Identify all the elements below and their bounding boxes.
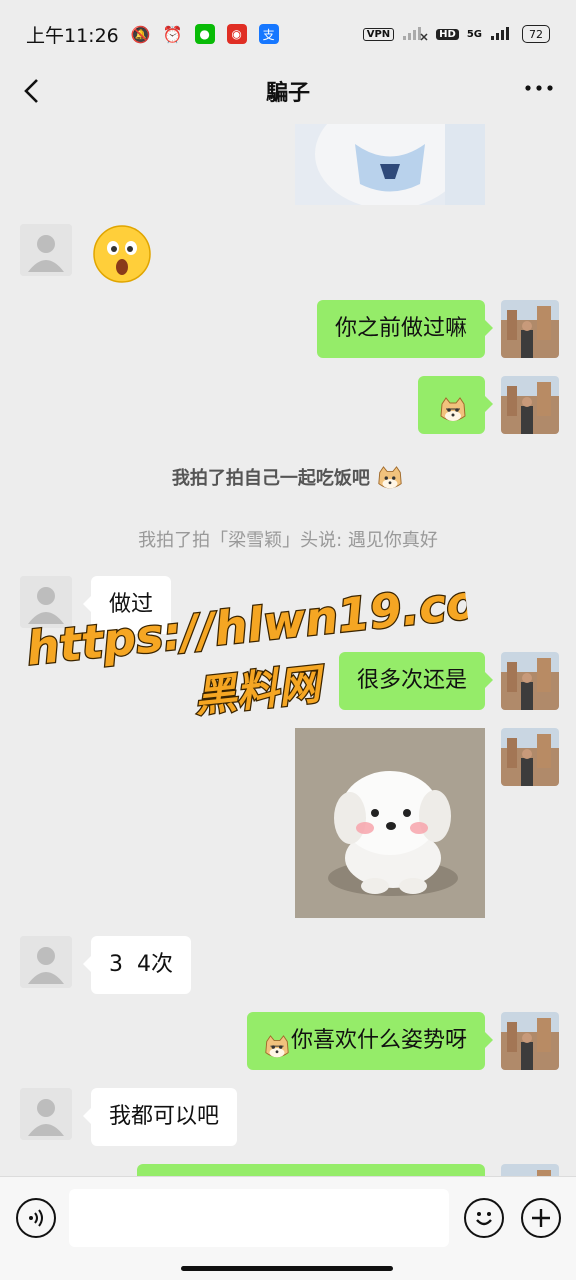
alipay-icon: 支 xyxy=(258,24,279,44)
puppy-image-message[interactable] xyxy=(295,728,485,918)
vpn-badge: VPN xyxy=(362,27,395,41)
my-avatar[interactable] xyxy=(501,1012,559,1070)
mute-icon: 🔕 xyxy=(130,24,151,44)
message-bubble[interactable]: 3 4次 xyxy=(83,936,191,994)
chat-title: 騙子 xyxy=(265,81,310,106)
message-bubble[interactable]: 你喜欢什么姿势呀 xyxy=(246,1012,494,1070)
signal-strength-icon xyxy=(490,25,514,44)
signal-icon xyxy=(402,25,428,44)
contact-avatar[interactable] xyxy=(20,1088,72,1140)
chat-area[interactable]: 你之前做过嘛 我拍了拍自己一起吃饭吧 我拍了拍「梁雪颖」头说: 遇见你真好 做过… xyxy=(0,114,576,1176)
system-pat-text: 我拍了拍自己一起吃饭吧 xyxy=(171,468,370,489)
input-bar xyxy=(0,1176,576,1280)
message-bubble[interactable]: 我都可以吧 xyxy=(82,1088,238,1146)
status-bar: 上午11:26 🔕 ⏰ ● ◉ 支 VPN HD 5G 72 xyxy=(0,0,576,68)
message-bubble-partial[interactable] xyxy=(137,1164,485,1176)
chat-header: 騙子 xyxy=(0,68,576,114)
my-avatar[interactable] xyxy=(501,300,559,358)
contact-avatar[interactable] xyxy=(20,576,72,628)
contact-avatar[interactable] xyxy=(20,224,72,276)
app-icon: ◉ xyxy=(226,24,247,44)
system-pat-message: 我拍了拍自己一起吃饭吧 xyxy=(0,464,576,493)
contact-avatar[interactable] xyxy=(20,936,72,988)
message-bubble[interactable]: 做过 xyxy=(82,576,172,634)
wechat-icon: ● xyxy=(194,24,215,44)
doge-face-icon xyxy=(438,391,466,421)
chevron-left-icon[interactable] xyxy=(18,74,48,108)
message-input[interactable] xyxy=(69,1189,449,1247)
my-avatar[interactable] xyxy=(501,652,559,710)
battery-indicator: 72 xyxy=(522,25,550,43)
system-pat-message: 我拍了拍「梁雪颖」头说: 遇见你真好 xyxy=(138,530,438,551)
doge-face-icon xyxy=(263,1027,291,1058)
network-label: 5G xyxy=(466,28,482,40)
message-text: 你喜欢什么姿势呀 xyxy=(290,1028,467,1053)
my-avatar[interactable] xyxy=(501,1164,559,1176)
alarm-icon: ⏰ xyxy=(162,24,183,44)
my-avatar[interactable] xyxy=(501,728,559,786)
more-dots-icon[interactable] xyxy=(524,76,554,106)
emoji-icon[interactable] xyxy=(464,1198,504,1238)
emoji-message[interactable] xyxy=(92,224,152,284)
status-time: 上午11:26 xyxy=(26,24,119,47)
sticker-bubble[interactable] xyxy=(418,376,493,434)
message-bubble[interactable]: 你之前做过嘛 xyxy=(316,300,494,358)
message-bubble[interactable]: 很多次还是 xyxy=(338,652,494,710)
doge-face-icon xyxy=(376,465,404,493)
home-indicator[interactable] xyxy=(181,1266,393,1271)
hd-badge: HD xyxy=(436,28,459,40)
voice-icon[interactable] xyxy=(16,1198,56,1238)
my-avatar[interactable] xyxy=(501,376,559,434)
image-message[interactable] xyxy=(295,124,485,205)
plus-icon[interactable] xyxy=(521,1198,561,1238)
